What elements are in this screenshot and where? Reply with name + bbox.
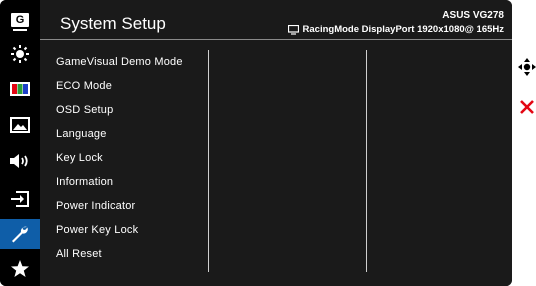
navigate-button[interactable] [518,58,536,76]
mode-info: RacingMode DisplayPort 1920x1080@ 165Hz [302,24,504,35]
menu-item-eco-mode[interactable]: ECO Mode [56,74,216,98]
sidebar-item-mymenu[interactable] [0,256,40,282]
brightness-icon [11,45,29,63]
status-line: RacingMode DisplayPort 1920x1080@ 165Hz [287,24,504,35]
sidebar-item-input-select[interactable] [0,186,40,212]
image-icon [10,117,30,133]
menu-item-power-indicator[interactable]: Power Indicator [56,194,216,218]
mymenu-star-icon [11,260,29,277]
gamevisual-icon: G [11,13,29,31]
monitor-icon [287,24,299,35]
sound-icon [10,154,28,168]
sidebar-item-image[interactable] [0,112,40,138]
menu-item-information[interactable]: Information [56,170,216,194]
system-setup-icon [12,226,28,243]
sidebar-item-sound[interactable] [0,148,40,174]
column-divider-2 [366,50,367,272]
navigate-icon [518,58,536,76]
menu-item-language[interactable]: Language [56,122,216,146]
color-icon [10,82,30,96]
header-divider [40,39,512,40]
osd-window: G System Setup ASUS VG278 RacingMode Dis… [0,0,512,286]
sidebar-item-gamevisual[interactable]: G [0,7,40,33]
menu-item-key-lock[interactable]: Key Lock [56,146,216,170]
sidebar-item-system-setup[interactable] [0,219,40,249]
sidebar: G [0,0,40,286]
model-name: ASUS VG278 [442,10,504,21]
menu-item-power-key-lock[interactable]: Power Key Lock [56,218,216,242]
page-title: System Setup [60,14,166,33]
sidebar-item-color[interactable] [0,76,40,102]
menu-item-osd-setup[interactable]: OSD Setup [56,98,216,122]
menu-item-all-reset[interactable]: All Reset [56,242,216,266]
close-button[interactable] [518,98,536,116]
input-select-icon [11,191,29,207]
settings-panel: System Setup ASUS VG278 RacingMode Displ… [40,0,512,286]
column-divider-1 [208,50,209,272]
close-icon [520,100,534,114]
sidebar-item-brightness[interactable] [0,41,40,67]
system-setup-menu: GameVisual Demo Mode ECO Mode OSD Setup … [56,50,216,266]
menu-item-gamevisual-demo-mode[interactable]: GameVisual Demo Mode [56,50,216,74]
